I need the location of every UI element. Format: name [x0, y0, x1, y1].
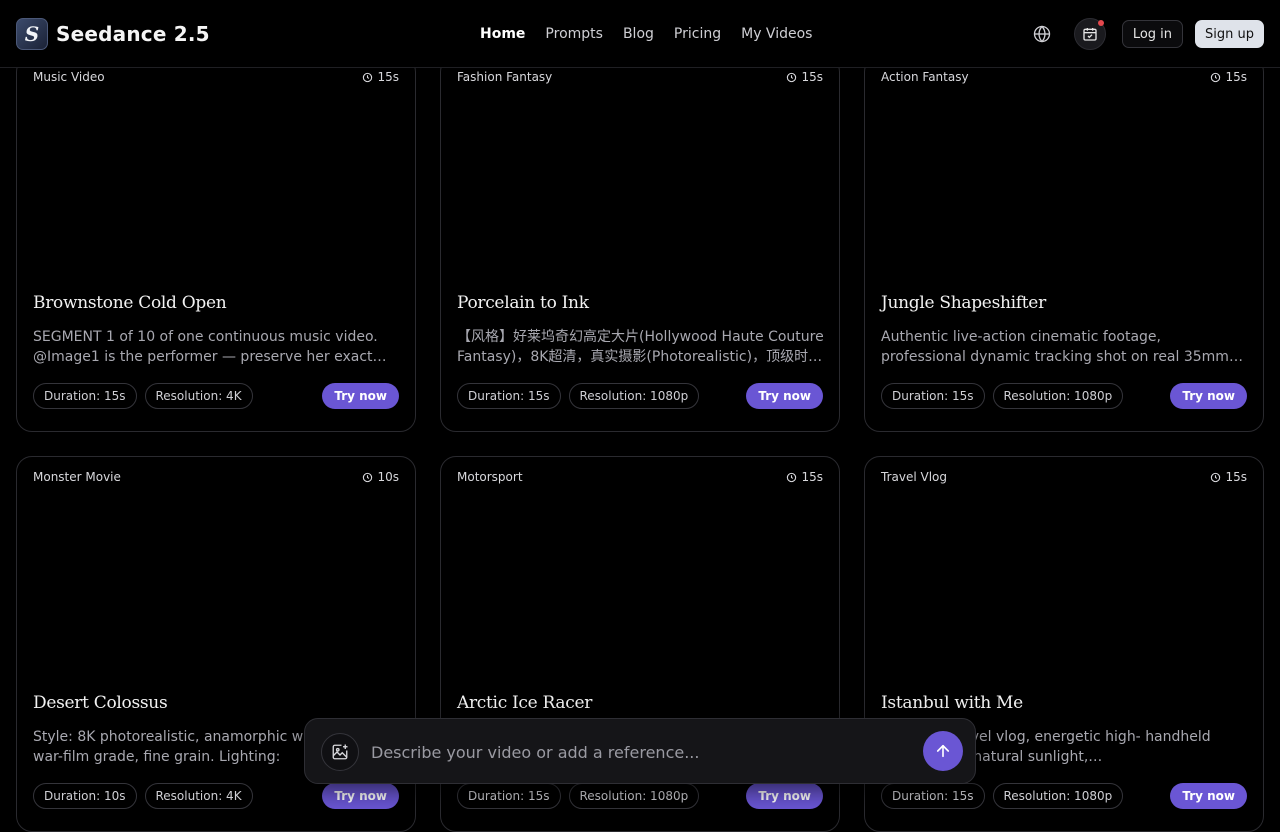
calendar-icon [1083, 28, 1097, 41]
duration-chip: Duration: 10s [33, 783, 137, 809]
card-category: Action Fantasy [881, 70, 969, 84]
card-chips: Duration: 15s Resolution: 1080p [881, 383, 1131, 409]
card-category: Music Video [33, 70, 105, 84]
nav-home[interactable]: Home [470, 24, 535, 44]
card-duration-text: 10s [377, 470, 399, 484]
card-duration-text: 15s [1225, 470, 1247, 484]
card-duration: 15s [1210, 70, 1247, 84]
resolution-chip: Resolution: 1080p [992, 783, 1124, 809]
duration-chip: Duration: 15s [457, 383, 561, 409]
try-now-button[interactable]: Try now [322, 783, 399, 809]
duration-chip: Duration: 15s [881, 783, 985, 809]
main-nav: Home Prompts Blog Pricing My Videos [470, 24, 822, 44]
card-title: Jungle Shapeshifter [881, 293, 1046, 313]
resolution-chip: Resolution: 4K [144, 783, 253, 809]
video-card-porcelain[interactable]: Fashion Fantasy 15s Porcelain to Ink 【风格… [440, 56, 840, 432]
card-duration-text: 15s [377, 70, 399, 84]
card-chips: Duration: 15s Resolution: 1080p [457, 783, 707, 809]
card-title: Desert Colossus [33, 693, 168, 713]
duration-chip: Duration: 15s [33, 383, 137, 409]
prompt-input[interactable] [371, 737, 911, 767]
clock-icon [363, 72, 373, 82]
card-description: SEGMENT 1 of 10 of one continuous music … [33, 329, 387, 365]
add-image-icon [332, 744, 348, 760]
notification-dot [1097, 20, 1104, 26]
header-actions: Log in Sign up [1026, 18, 1264, 50]
resolution-chip: Resolution: 1080p [568, 783, 700, 809]
video-card-jungle[interactable]: Action Fantasy 15s Jungle Shapeshifter A… [864, 56, 1264, 432]
card-title: Istanbul with Me [881, 693, 1023, 713]
card-duration-text: 15s [801, 470, 823, 484]
card-duration-text: 15s [801, 70, 823, 84]
add-reference-button[interactable] [321, 733, 359, 771]
duration-chip: Duration: 15s [457, 783, 561, 809]
resolution-chip: Resolution: 1080p [568, 383, 700, 409]
card-category: Travel Vlog [881, 470, 947, 484]
logo[interactable]: S [16, 18, 48, 50]
resolution-chip: Resolution: 1080p [992, 383, 1124, 409]
clock-icon [787, 472, 797, 482]
nav-prompts[interactable]: Prompts [535, 24, 613, 44]
try-now-button[interactable]: Try now [1170, 783, 1247, 809]
prompt-bar [304, 718, 976, 784]
card-category: Monster Movie [33, 470, 121, 484]
card-chips: Duration: 15s Resolution: 1080p [881, 783, 1131, 809]
card-chips: Duration: 15s Resolution: 4K [33, 383, 261, 409]
card-title: Brownstone Cold Open [33, 293, 227, 313]
resolution-chip: Resolution: 4K [144, 383, 253, 409]
clock-icon [1211, 472, 1221, 482]
card-duration: 15s [786, 470, 823, 484]
card-chips: Duration: 10s Resolution: 4K [33, 783, 261, 809]
calendar-button[interactable] [1073, 18, 1106, 50]
arrow-up-icon [936, 744, 950, 758]
card-chips: Duration: 15s Resolution: 1080p [457, 383, 707, 409]
try-now-button[interactable]: Try now [1170, 383, 1247, 409]
signup-button[interactable]: Sign up [1195, 20, 1264, 48]
card-duration: 15s [362, 70, 399, 84]
clock-icon [1211, 72, 1221, 82]
brand[interactable]: S Seedance 2.5 [16, 18, 210, 50]
nav-pricing[interactable]: Pricing [664, 24, 731, 44]
card-duration: 15s [1210, 470, 1247, 484]
card-description: 【风格】好莱坞奇幻高定大片(Hollywood Haute Couture Fa… [457, 329, 824, 365]
card-title: Porcelain to Ink [457, 293, 589, 313]
try-now-button[interactable]: Try now [322, 383, 399, 409]
top-header: S Seedance 2.5 Home Prompts Blog Pricing… [0, 0, 1280, 68]
card-category: Fashion Fantasy [457, 70, 553, 84]
login-button[interactable]: Log in [1121, 20, 1184, 48]
try-now-button[interactable]: Try now [746, 383, 823, 409]
duration-chip: Duration: 15s [881, 383, 985, 409]
clock-icon [363, 472, 373, 482]
card-description: Authentic live-action cinematic footage,… [881, 329, 1229, 365]
nav-my-videos[interactable]: My Videos [731, 24, 822, 44]
try-now-button[interactable]: Try now [746, 783, 823, 809]
send-button[interactable] [923, 731, 963, 771]
card-category: Motorsport [457, 470, 523, 484]
globe-icon [1033, 25, 1050, 43]
language-button[interactable] [1026, 18, 1058, 50]
card-title: Arctic Ice Racer [457, 693, 593, 713]
card-duration: 15s [786, 70, 823, 84]
clock-icon [787, 72, 797, 82]
brand-name[interactable]: Seedance 2.5 [56, 22, 210, 46]
nav-blog[interactable]: Blog [613, 24, 664, 44]
card-duration: 10s [362, 470, 399, 484]
video-card-brownstone[interactable]: Music Video 15s Brownstone Cold Open SEG… [16, 56, 416, 432]
card-duration-text: 15s [1225, 70, 1247, 84]
